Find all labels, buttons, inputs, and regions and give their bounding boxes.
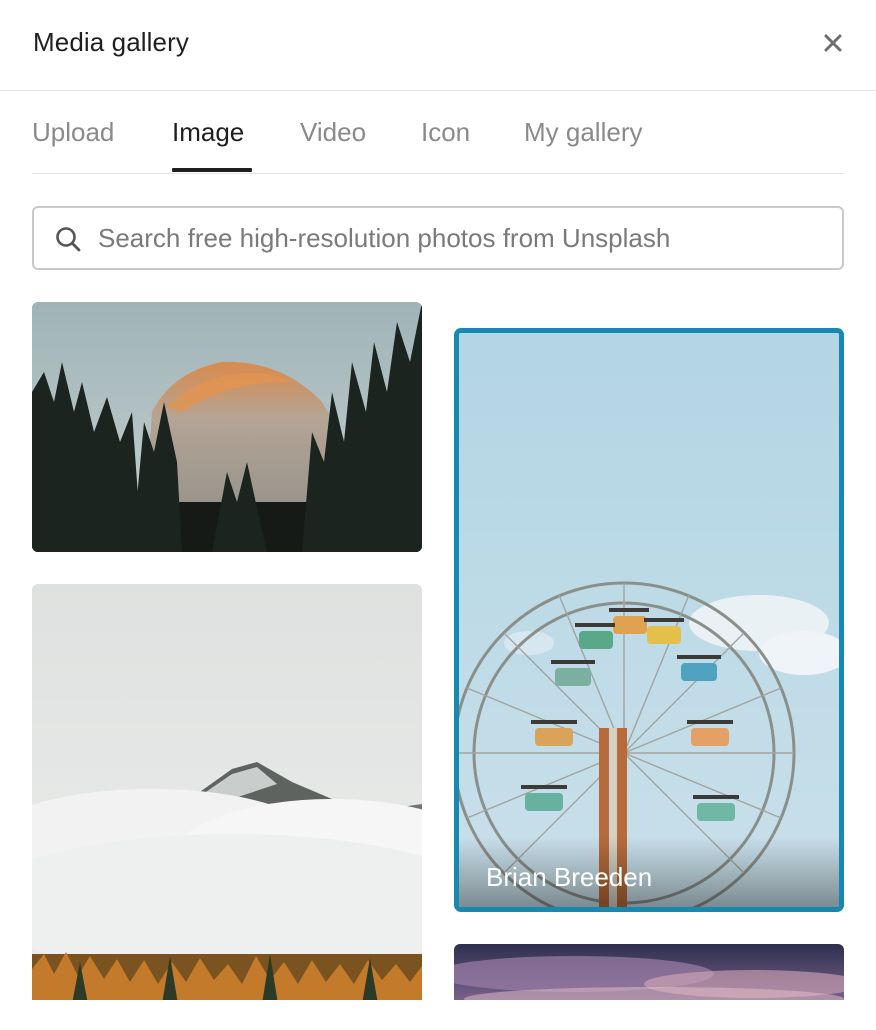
dialog-header: Media gallery bbox=[0, 0, 876, 91]
tab-icon[interactable]: Icon bbox=[421, 117, 470, 148]
close-icon[interactable] bbox=[818, 28, 848, 58]
ferris-wheel-image bbox=[459, 333, 839, 907]
photo-misty-mountain[interactable] bbox=[32, 584, 422, 1000]
tab-video[interactable]: Video bbox=[300, 117, 366, 148]
tab-bar: Upload Image Video Icon My gallery bbox=[32, 91, 844, 174]
photo-ferris-wheel[interactable]: Brian Breeden bbox=[454, 328, 844, 912]
dialog-title: Media gallery bbox=[33, 27, 189, 57]
active-tab-indicator bbox=[172, 168, 252, 172]
photo-mountain-sunset[interactable] bbox=[32, 302, 422, 552]
dusky-sky-image bbox=[454, 944, 844, 1000]
photo-dusky-sky[interactable] bbox=[454, 944, 844, 1000]
search-box bbox=[32, 206, 844, 270]
tab-image[interactable]: Image bbox=[172, 117, 244, 148]
caption-overlay: Brian Breeden bbox=[459, 837, 839, 907]
search-input[interactable] bbox=[98, 216, 828, 260]
misty-mountain-image bbox=[32, 584, 422, 1000]
mountain-sunset-image bbox=[32, 302, 422, 552]
photo-author: Brian Breeden bbox=[486, 862, 653, 892]
search-icon bbox=[56, 227, 81, 252]
tab-upload[interactable]: Upload bbox=[32, 117, 114, 148]
tab-my-gallery[interactable]: My gallery bbox=[524, 117, 642, 148]
image-grid: Brian Breeden bbox=[0, 300, 876, 1000]
